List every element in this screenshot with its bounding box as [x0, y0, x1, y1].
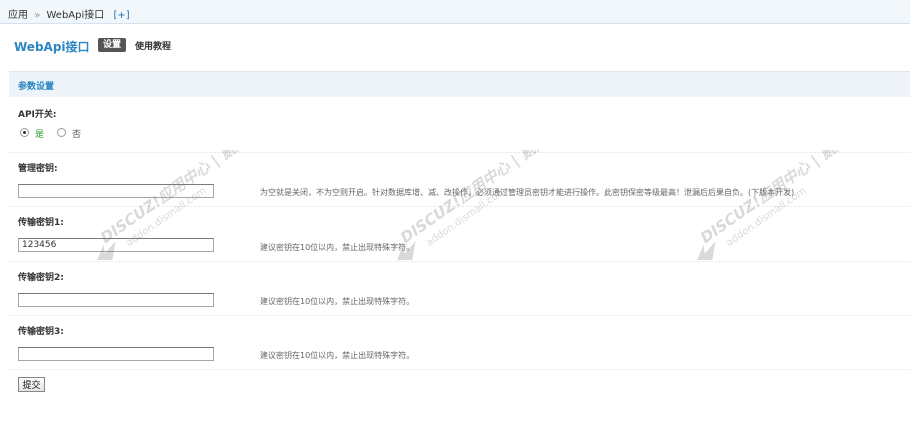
admin-key-hint: 为空就是关闭，不为空则开启。针对数据库增、减、改操作，必须通过管理员密钥才能进行…: [260, 188, 795, 197]
transfer-key-2-hint: 建议密钥在10位以内，禁止出现特殊字符。: [260, 297, 415, 306]
row-divider: [9, 206, 910, 207]
row-divider: [9, 315, 910, 316]
app-title: WebApi接口: [14, 40, 90, 54]
tab-tutorial[interactable]: 使用教程: [135, 39, 171, 52]
api-switch-no-radio[interactable]: [57, 128, 66, 137]
api-switch-label: API开关:: [18, 110, 57, 120]
breadcrumb-root[interactable]: 应用: [8, 10, 28, 21]
watermark-text: DISCUZ!应用中心 | 贰道: [397, 150, 554, 248]
tab-settings[interactable]: 设置: [98, 38, 127, 52]
row-divider: [9, 261, 910, 262]
api-switch-yes-radio[interactable]: [20, 128, 29, 137]
row-divider: [9, 152, 910, 153]
breadcrumb-bar: 应用 » WebApi接口 [+]: [0, 0, 910, 24]
transfer-key-3-label: 传输密钥3:: [18, 327, 64, 337]
breadcrumb-separator: »: [34, 10, 41, 21]
breadcrumb-add-link[interactable]: [+]: [113, 10, 129, 21]
transfer-key-1-hint: 建议密钥在10位以内，禁止出现特殊字符。: [260, 243, 415, 252]
watermark-text: DISCUZ!应用中心 | 贰道: [97, 150, 254, 248]
breadcrumb: 应用 » WebApi接口 [+]: [8, 6, 130, 21]
section-title: 参数设置: [18, 82, 55, 92]
transfer-key-2-label: 传输密钥2:: [18, 273, 64, 283]
row-divider: [9, 369, 910, 370]
api-switch-yes-label[interactable]: 是: [35, 127, 44, 140]
transfer-key-3-input[interactable]: [18, 347, 214, 361]
transfer-key-1-label: 传输密钥1:: [18, 218, 64, 228]
watermark-logo: DISCUZ!应用中心 | 贰道 addon.dismall.com: [693, 150, 854, 260]
transfer-key-3-hint: 建议密钥在10位以内，禁止出现特殊字符。: [260, 351, 415, 360]
section-header: 参数设置: [9, 71, 910, 97]
admin-key-label: 管理密钥:: [18, 164, 58, 174]
submit-button[interactable]: 提交: [18, 377, 45, 392]
api-switch-no-label[interactable]: 否: [72, 127, 81, 140]
admin-key-input[interactable]: [18, 184, 214, 198]
transfer-key-1-input[interactable]: [18, 238, 214, 252]
transfer-key-2-input[interactable]: [18, 293, 214, 307]
watermark-text: DISCUZ!应用中心 | 贰道: [697, 150, 854, 248]
breadcrumb-current: WebApi接口: [46, 10, 105, 21]
